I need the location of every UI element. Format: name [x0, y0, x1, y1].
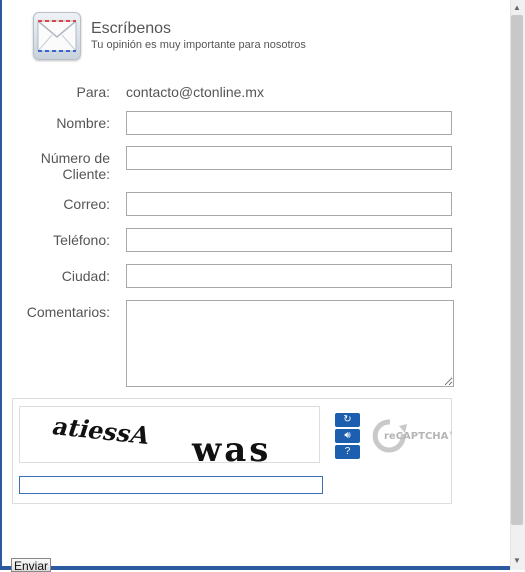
phone-field[interactable]	[126, 228, 452, 252]
to-email-value: contacto@ctonline.mx	[126, 84, 264, 100]
captcha-audio-button[interactable]: 🔊︎	[335, 429, 360, 443]
client-number-label-line1: Número de	[40, 150, 110, 166]
refresh-icon: ↻	[343, 414, 352, 425]
to-label: Para:	[76, 84, 110, 100]
captcha-image: atiessA was	[19, 406, 320, 463]
phone-label: Teléfono:	[53, 232, 110, 248]
scroll-up-arrow-icon[interactable]: ▲	[512, 3, 522, 13]
window-bottom-border	[0, 566, 510, 570]
email-field[interactable]	[126, 192, 452, 216]
captcha-word-2: was	[191, 430, 271, 463]
mail-envelope-icon	[33, 12, 81, 60]
captcha-refresh-button[interactable]: ↻	[335, 413, 360, 427]
audio-icon: 🔊︎	[344, 430, 351, 441]
captcha-word-1: atiessA	[49, 412, 155, 450]
scrollbar-thumb[interactable]	[511, 15, 523, 525]
client-number-label-line2: Cliente:	[62, 166, 110, 182]
recaptcha-logo-text: reCAPTCHA™	[384, 431, 452, 442]
comments-textarea[interactable]	[126, 300, 454, 387]
recaptcha-logo: reCAPTCHA™	[372, 416, 458, 456]
client-number-field[interactable]	[126, 146, 452, 170]
page-subtitle: Tu opinión es muy importante para nosotr…	[91, 39, 306, 51]
city-field[interactable]	[126, 264, 452, 288]
captcha-response-input[interactable]	[19, 476, 323, 494]
email-label: Correo:	[63, 196, 110, 212]
page-title: Escríbenos	[91, 20, 172, 37]
client-number-label: Número de Cliente:	[0, 150, 110, 182]
captcha-help-button[interactable]: ?	[335, 445, 360, 459]
name-field[interactable]	[126, 111, 452, 135]
help-icon: ?	[344, 446, 351, 457]
name-label: Nombre:	[56, 115, 110, 131]
comments-label: Comentarios:	[26, 304, 110, 320]
city-label: Ciudad:	[61, 268, 110, 284]
scroll-down-arrow-icon[interactable]: ▼	[512, 556, 522, 566]
